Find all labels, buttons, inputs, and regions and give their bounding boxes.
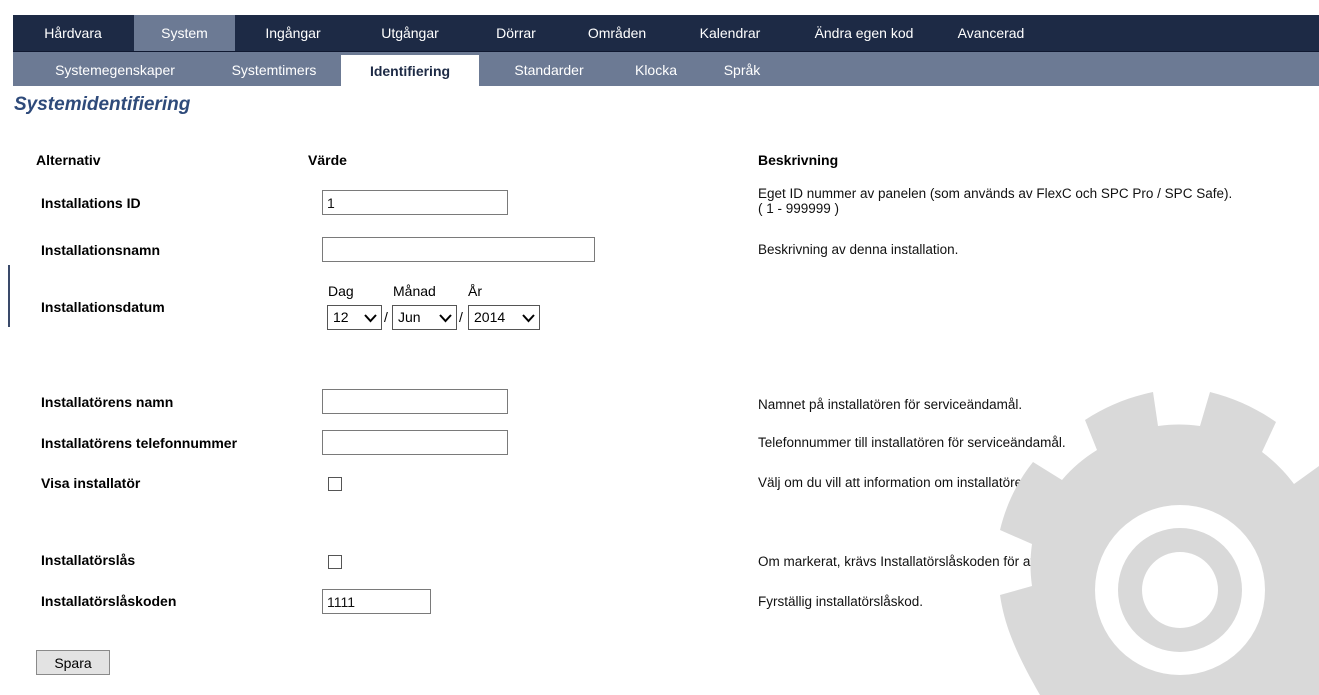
- date-month-label: Månad: [393, 283, 436, 299]
- tab-ingangar[interactable]: Ingångar: [235, 15, 351, 51]
- tab-kalendrar[interactable]: Kalendrar: [671, 15, 789, 51]
- installer-name-input[interactable]: [322, 389, 508, 414]
- tab-dorrar[interactable]: Dörrar: [469, 15, 563, 51]
- tab-hardvara[interactable]: Hårdvara: [13, 15, 133, 51]
- installer-phone-input[interactable]: [322, 430, 508, 455]
- installer-lock-label: Installatörslås: [41, 552, 136, 568]
- chevron-down-icon: [364, 314, 377, 323]
- installer-lock-code-label: Installatörslåskoden: [41, 593, 177, 609]
- left-edge-mark: [8, 265, 10, 327]
- date-year-value: 2014: [474, 309, 506, 325]
- installer-name-description: Namnet på installatören för serviceändam…: [758, 397, 1023, 412]
- installation-name-label: Installationsnamn: [41, 242, 161, 258]
- installer-phone-label: Installatörens telefonnummer: [41, 435, 238, 451]
- chevron-down-icon: [439, 314, 452, 323]
- date-day-value: 12: [333, 309, 349, 325]
- installation-name-description: Beskrivning av denna installation.: [758, 242, 959, 257]
- subtab-klocka[interactable]: Klocka: [617, 52, 695, 86]
- gear-icon: [1000, 360, 1319, 695]
- date-month-value: Jun: [398, 309, 421, 325]
- subtab-systemtimers[interactable]: Systemtimers: [209, 52, 339, 86]
- installation-date-label: Installationsdatum: [41, 299, 165, 315]
- installation-id-description-line2: ( 1 - 999999 ): [758, 201, 840, 216]
- chevron-down-icon: [522, 314, 535, 323]
- installer-lock-checkbox[interactable]: [328, 555, 342, 569]
- show-installer-checkbox[interactable]: [328, 477, 342, 491]
- installation-id-label: Installations ID: [41, 195, 141, 211]
- date-year-select[interactable]: 2014: [468, 305, 540, 330]
- tab-omraden[interactable]: Områden: [563, 15, 671, 51]
- tab-andra-egen-kod[interactable]: Ändra egen kod: [789, 15, 939, 51]
- date-day-select[interactable]: 12: [327, 305, 382, 330]
- column-header-value: Värde: [308, 152, 347, 168]
- installer-lock-code-description: Fyrställig installatörslåskod.: [758, 594, 924, 609]
- show-installer-label: Visa installatör: [41, 475, 141, 491]
- date-day-label: Dag: [328, 283, 354, 299]
- installer-name-label: Installatörens namn: [41, 394, 174, 410]
- column-header-description: Beskrivning: [758, 152, 839, 168]
- sub-navigation: Systemegenskaper Systemtimers Identifier…: [13, 52, 1319, 86]
- installer-lock-code-input[interactable]: [322, 589, 431, 614]
- subtab-sprak[interactable]: Språk: [705, 52, 779, 86]
- subtab-standarder[interactable]: Standarder: [493, 52, 605, 86]
- tab-utgangar[interactable]: Utgångar: [351, 15, 469, 51]
- installation-id-description-line1: Eget ID nummer av panelen (som används a…: [758, 186, 1233, 201]
- top-navigation: Hårdvara System Ingångar Utgångar Dörrar…: [13, 15, 1319, 52]
- page-title: Systemidentifiering: [14, 94, 191, 115]
- installation-name-input[interactable]: [322, 237, 595, 262]
- installation-id-description: Eget ID nummer av panelen (som används a…: [758, 186, 1232, 216]
- subtab-systemegenskaper[interactable]: Systemegenskaper: [31, 52, 199, 86]
- save-button[interactable]: Spara: [36, 650, 110, 675]
- installation-id-input[interactable]: [322, 190, 508, 215]
- tab-system[interactable]: System: [134, 15, 235, 51]
- subtab-identifiering[interactable]: Identifiering: [341, 55, 479, 86]
- date-year-label: År: [468, 283, 482, 299]
- left-edge: [0, 0, 10, 695]
- tab-avancerad[interactable]: Avancerad: [939, 15, 1043, 51]
- date-separator: /: [384, 309, 388, 325]
- date-month-select[interactable]: Jun: [392, 305, 457, 330]
- column-header-option: Alternativ: [36, 152, 101, 168]
- date-separator: /: [459, 309, 463, 325]
